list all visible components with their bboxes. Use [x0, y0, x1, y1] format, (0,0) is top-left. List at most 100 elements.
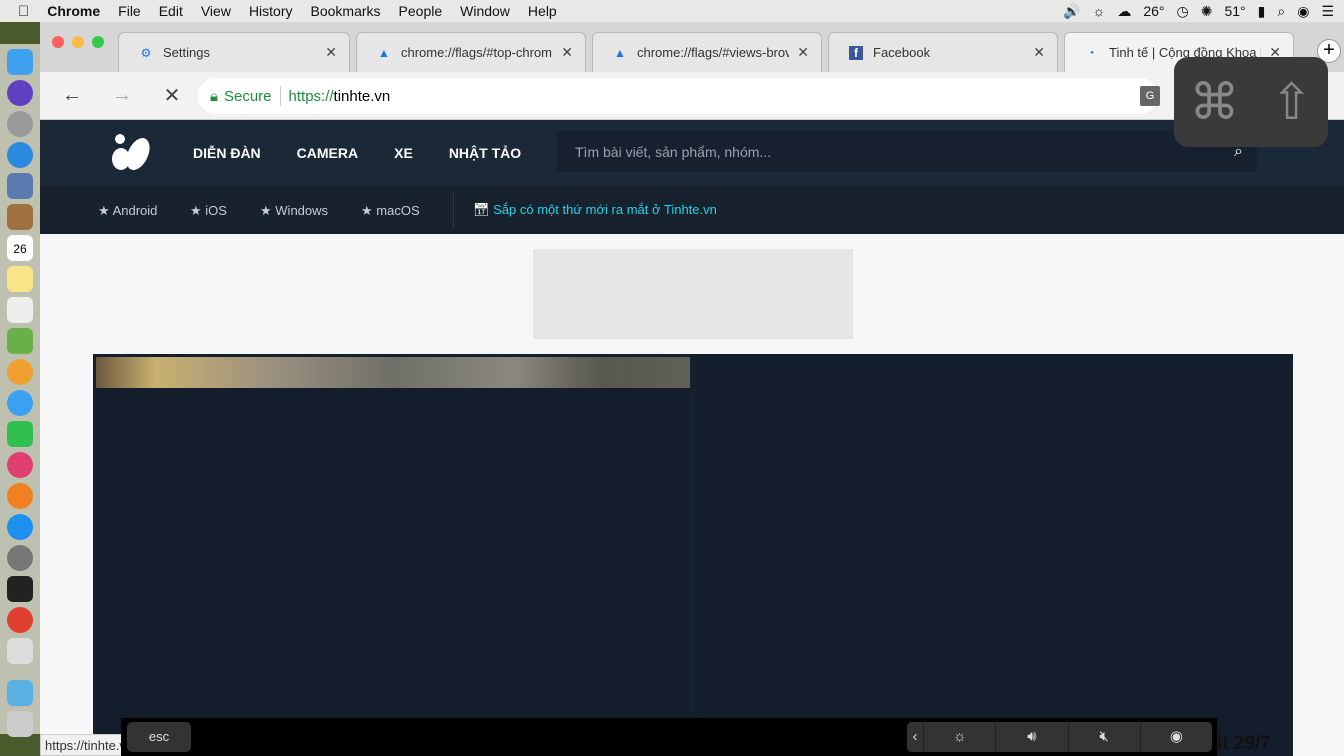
behind-text: it 29/7 — [1217, 733, 1271, 754]
menu-app-name[interactable]: Chrome — [47, 3, 100, 19]
java-icon[interactable] — [7, 638, 33, 664]
featured-article-right[interactable] — [697, 357, 1290, 756]
close-tab-icon[interactable]: ✕ — [561, 44, 573, 61]
tab-flags-views[interactable]: ▲ chrome://flags/#views-brov ✕ — [592, 32, 822, 72]
cpu-temp[interactable]: 51° — [1224, 3, 1245, 19]
maps-icon[interactable] — [7, 328, 33, 354]
app-store-icon[interactable] — [7, 514, 33, 540]
siri-button-icon[interactable]: ◉ — [1139, 722, 1212, 752]
site-search-input[interactable]: Tìm bài viết, sản phẩm, nhóm... ⌕ — [557, 131, 1257, 172]
siri-dock-icon[interactable] — [7, 80, 33, 106]
finder-icon[interactable] — [7, 49, 33, 75]
menu-file[interactable]: File — [118, 3, 141, 19]
close-tab-icon[interactable]: ✕ — [325, 44, 337, 61]
featured-article-left[interactable] — [96, 357, 690, 756]
status-tray: 🔊 ☼ ☁ 26° ◷ ✺ 51° ▮ ⌕ ◉ ☰ — [1063, 0, 1334, 22]
shift-key-icon: ⇧ — [1270, 74, 1313, 130]
stop-loading-button[interactable]: ✕ — [154, 83, 190, 108]
close-tab-icon[interactable]: ✕ — [1033, 44, 1045, 61]
brightness-icon[interactable]: ☼ — [1093, 3, 1106, 19]
system-preferences-icon[interactable] — [7, 545, 33, 571]
browser-toolbar: ← → ✕ 🔒︎ Secure https://tinhte.vn G — [40, 72, 1344, 120]
weather-temp[interactable]: 26° — [1143, 3, 1164, 19]
subnav-android[interactable]: ★ Android — [98, 203, 157, 219]
ibooks-icon[interactable] — [7, 483, 33, 509]
flask-icon: ▲ — [614, 45, 626, 60]
divider — [453, 192, 454, 228]
mute-button-icon[interactable]: 🔇︎ — [1067, 722, 1140, 752]
tab-facebook[interactable]: f Facebook ✕ — [828, 32, 1058, 72]
preview-icon[interactable] — [7, 173, 33, 199]
messages-icon[interactable] — [7, 390, 33, 416]
nav-camera[interactable]: CAMERA — [297, 145, 358, 161]
apple-menu-icon[interactable]:  — [18, 3, 29, 20]
menu-help[interactable]: Help — [528, 3, 557, 19]
address-bar[interactable]: 🔒︎ Secure https://tinhte.vn — [198, 78, 1158, 114]
close-tab-icon[interactable]: ✕ — [797, 44, 809, 61]
fan-icon[interactable]: ✺ — [1201, 3, 1213, 20]
tab-title: Settings — [163, 45, 210, 60]
downloads-folder-icon[interactable] — [7, 680, 33, 706]
itunes-icon[interactable] — [7, 452, 33, 478]
close-window-button[interactable] — [52, 36, 64, 48]
menu-bookmarks[interactable]: Bookmarks — [311, 3, 381, 19]
spotlight-icon[interactable]: ⌕ — [1277, 3, 1285, 20]
photos-icon[interactable] — [7, 359, 33, 385]
macos-menu-bar:  Chrome File Edit View History Bookmark… — [0, 0, 1344, 22]
forward-button[interactable]: → — [104, 84, 140, 107]
tab-title: chrome://flags/#views-brov — [637, 45, 790, 60]
facebook-icon: f — [849, 45, 863, 60]
launchpad-icon[interactable] — [7, 111, 33, 137]
expand-chevron-icon[interactable]: ‹ — [907, 722, 923, 752]
volume-icon[interactable]: 🔊 — [1063, 3, 1080, 20]
esc-key[interactable]: esc — [127, 722, 191, 752]
zoom-window-button[interactable] — [92, 36, 104, 48]
menu-history[interactable]: History — [249, 3, 293, 19]
menu-window[interactable]: Window — [460, 3, 510, 19]
calendar-check-icon: 📅︎ — [473, 202, 490, 217]
featured-content — [93, 354, 1293, 756]
control-strip: ‹ ☼ 🔊︎ 🔇︎ ◉ — [907, 722, 1212, 752]
menu-people[interactable]: People — [399, 3, 443, 19]
safari-icon[interactable] — [7, 142, 33, 168]
nav-nhat-tao[interactable]: NHẬT TẢO — [449, 145, 521, 161]
tab-flags-top-chrome[interactable]: ▲ chrome://flags/#top-chrom ✕ — [356, 32, 586, 72]
minimize-window-button[interactable] — [72, 36, 84, 48]
chrome-dock-icon[interactable] — [7, 607, 33, 633]
reminders-icon[interactable] — [7, 297, 33, 323]
volume-button-icon[interactable]: 🔊︎ — [995, 722, 1067, 752]
tab-settings[interactable]: ⚙ Settings ✕ — [118, 32, 350, 72]
tinhte-logo[interactable] — [110, 134, 152, 172]
keyboard-viewer-icon[interactable] — [7, 576, 33, 602]
promo-link[interactable]: 📅︎ Sắp có một thứ mới ra mắt ở Tinhte.vn — [473, 202, 717, 218]
battery-icon[interactable]: ▮ — [1258, 3, 1266, 20]
status-bubble-url: https://tinhte.vn — [40, 734, 124, 756]
nav-dien-dan[interactable]: DIỄN ĐÀN — [193, 145, 261, 161]
chrome-window: ⚙ Settings ✕ ▲ chrome://flags/#top-chrom ✕ ▲… — [40, 22, 1344, 756]
lock-icon: 🔒︎ — [210, 87, 218, 105]
subnav-windows[interactable]: ★ Windows — [260, 203, 328, 219]
clock-icon[interactable]: ◷ — [1177, 3, 1189, 20]
menu-view[interactable]: View — [201, 3, 231, 19]
notification-center-icon[interactable]: ☰ — [1321, 3, 1334, 20]
back-button[interactable]: ← — [54, 84, 90, 107]
menu-edit[interactable]: Edit — [159, 3, 183, 19]
brightness-button-icon[interactable]: ☼ — [923, 722, 995, 752]
calendar-icon[interactable]: 26 — [7, 235, 33, 261]
dock: 26 — [0, 44, 40, 737]
facetime-icon[interactable] — [7, 421, 33, 447]
translate-icon[interactable]: G — [1140, 86, 1160, 106]
tab-title: chrome://flags/#top-chrom — [401, 45, 553, 60]
subnav-ios[interactable]: ★ iOS — [190, 203, 227, 219]
nav-xe[interactable]: XE — [394, 145, 413, 161]
keystroke-overlay: ⌘ ⇧ — [1174, 57, 1328, 147]
subnav-macos[interactable]: ★ macOS — [361, 203, 420, 219]
siri-icon[interactable]: ◉ — [1297, 3, 1309, 20]
trash-icon[interactable] — [7, 711, 33, 737]
touch-bar-simulator: esc ‹ ☼ 🔊︎ 🔇︎ ◉ — [121, 718, 1217, 756]
weather-icon[interactable]: ☁ — [1117, 3, 1131, 20]
notes-icon[interactable] — [7, 266, 33, 292]
site-subnav: ★ Android ★ iOS ★ Windows ★ macOS 📅︎ Sắp… — [40, 186, 1344, 234]
contacts-icon[interactable] — [7, 204, 33, 230]
url-host: tinhte.vn — [333, 87, 391, 105]
